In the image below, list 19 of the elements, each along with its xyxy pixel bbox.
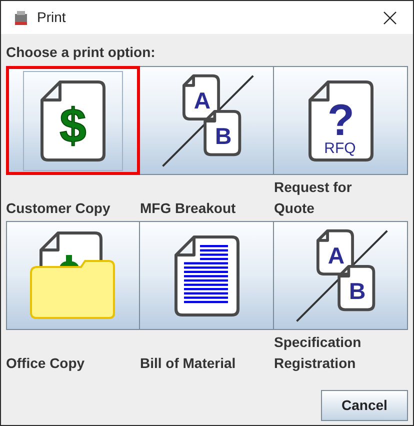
close-icon[interactable] [383, 10, 397, 24]
option-label: MFG Breakout [140, 199, 236, 218]
option-label: Request for Quote [274, 178, 352, 218]
option-label: Bill of Material [140, 354, 236, 373]
print-option-button[interactable]: $ [6, 66, 140, 175]
list-document-icon [174, 234, 240, 316]
option-label: Specification Registration [274, 333, 362, 373]
cancel-button[interactable]: Cancel [321, 390, 408, 421]
print-option-button[interactable]: A B [140, 66, 274, 175]
option-label: Customer Copy [6, 199, 110, 218]
window-title: Print [37, 8, 66, 27]
option-label: Office Copy [6, 354, 85, 373]
print-option-button[interactable] [6, 221, 140, 330]
app-icon [13, 10, 29, 26]
print-option-button[interactable] [140, 221, 274, 330]
print-option-button[interactable]: A B [274, 221, 408, 330]
folder-document-icon [29, 230, 117, 320]
print-option-button[interactable]: ? RFQ [274, 66, 408, 175]
prompt-label: Choose a print option: [6, 43, 156, 62]
